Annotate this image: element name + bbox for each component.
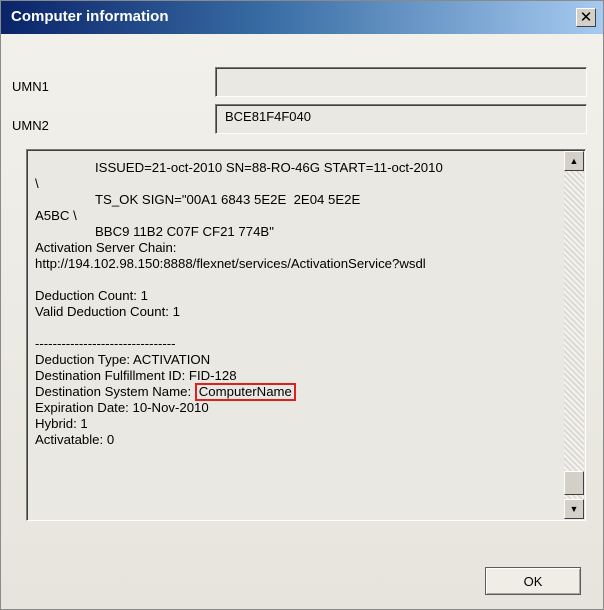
umn1-field[interactable] (215, 67, 587, 97)
detail-line: Hybrid: 1 (35, 416, 88, 431)
detail-line (35, 272, 555, 288)
vertical-scrollbar[interactable]: ▲ ▼ (564, 151, 584, 519)
detail-line: Deduction Type: ACTIVATION (35, 352, 211, 367)
close-icon: ✕ (579, 9, 593, 26)
arrow-down-icon: ▼ (569, 504, 579, 514)
scroll-up-button[interactable]: ▲ (564, 151, 584, 171)
detail-line: Destination System Name: ComputerName (35, 383, 555, 401)
detail-line: Destination Fulfillment ID: FID-128 (35, 368, 237, 383)
detail-line: Deduction Count: 1 (35, 288, 148, 303)
detail-line: Activatable: 0 (35, 432, 115, 447)
umn1-label: UMN1 (12, 79, 49, 94)
computer-name-highlight: ComputerName (194, 383, 296, 401)
detail-line: BBC9 11B2 C07F CF21 774B" (95, 224, 274, 239)
detail-line: \ (35, 176, 39, 191)
window-title: Computer information (11, 8, 169, 25)
arrow-up-icon: ▲ (569, 156, 579, 166)
scroll-thumb[interactable] (564, 471, 584, 495)
detail-line: A5BC \ (35, 208, 77, 223)
umn2-label: UMN2 (12, 118, 49, 133)
detail-line: Valid Deduction Count: 1 (35, 304, 180, 319)
detail-line: Activation Server Chain: (35, 240, 177, 255)
license-details-text: ISSUED=21-oct-2010 SN=88-RO-46G START=11… (35, 160, 555, 448)
detail-line: Expiration Date: 10-Nov-2010 (35, 400, 209, 415)
close-button[interactable]: ✕ (576, 8, 596, 27)
detail-line (35, 320, 555, 336)
scroll-down-button[interactable]: ▼ (564, 499, 584, 519)
umn2-field[interactable]: BCE81F4F040 (215, 104, 587, 134)
destination-system-name-label: Destination System Name: (35, 384, 195, 399)
detail-line: http://194.102.98.150:8888/flexnet/servi… (35, 256, 426, 271)
detail-line: -------------------------------- (35, 336, 176, 351)
ok-button-label: OK (523, 573, 543, 589)
title-bar[interactable]: Computer information ✕ (1, 1, 603, 34)
computer-information-dialog: Computer information ✕ UMN1 UMN2 BCE81F4… (0, 0, 604, 610)
ok-button[interactable]: OK (485, 567, 581, 595)
detail-line: ISSUED=21-oct-2010 SN=88-RO-46G START=11… (95, 160, 443, 175)
detail-line: TS_OK SIGN="00A1 6843 5E2E 2E04 5E2E (95, 192, 361, 207)
license-details-textbox[interactable]: ISSUED=21-oct-2010 SN=88-RO-46G START=11… (26, 149, 586, 521)
